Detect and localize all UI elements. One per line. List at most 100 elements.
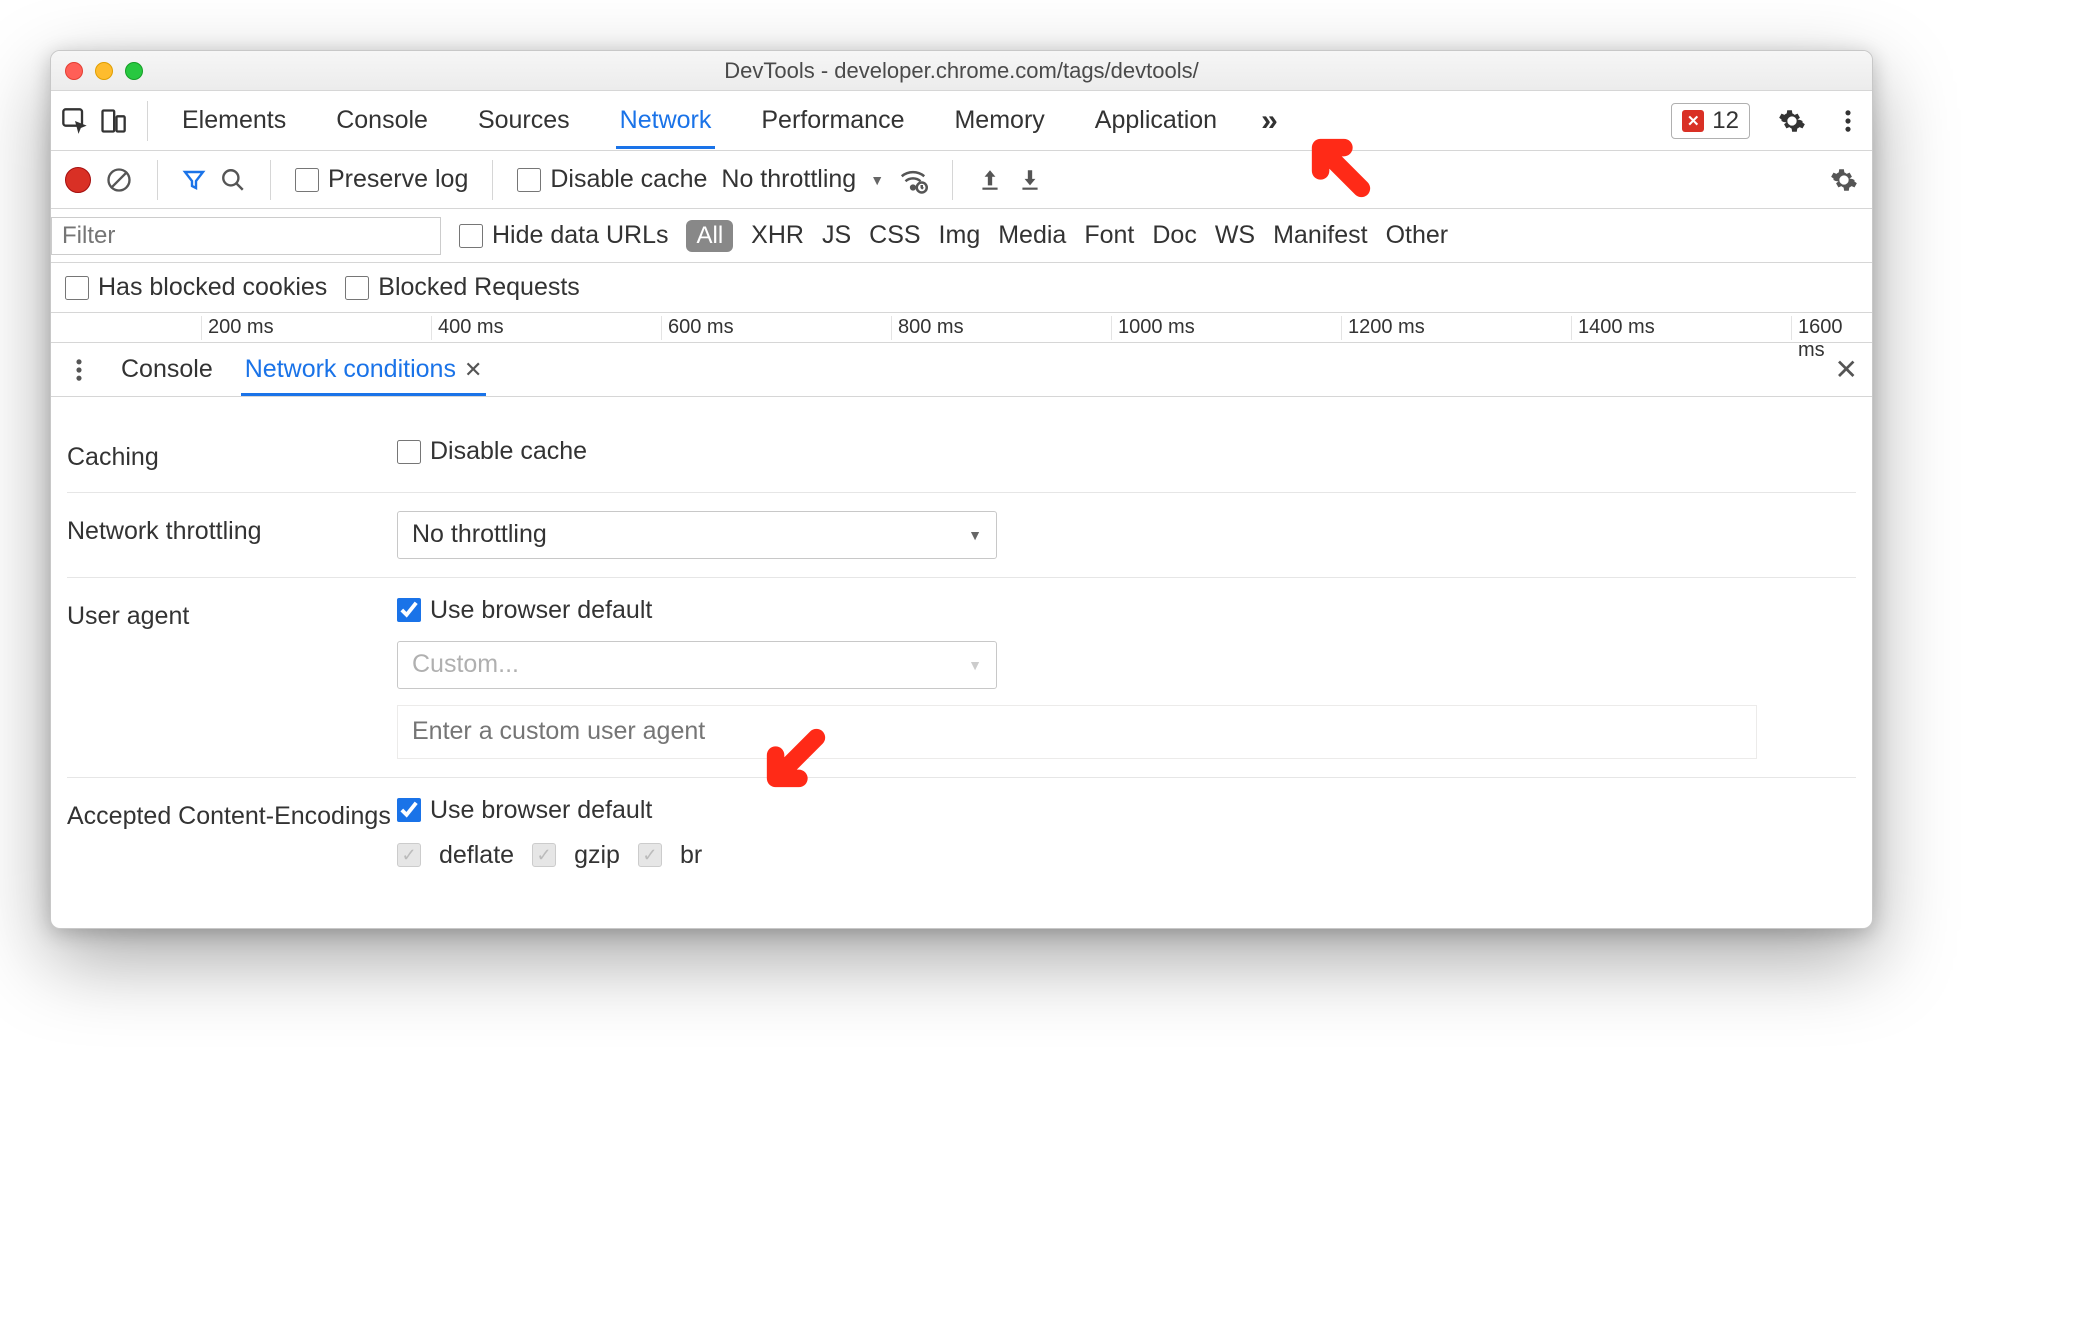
tab-application[interactable]: Application bbox=[1091, 92, 1221, 149]
ua-custom-select-value: Custom... bbox=[412, 650, 519, 679]
throttling-select-box[interactable]: No throttling ▼ bbox=[397, 511, 997, 559]
encodings-default-input[interactable] bbox=[397, 798, 421, 822]
disable-cache-checkbox[interactable]: Disable cache bbox=[517, 165, 707, 194]
br-label: br bbox=[680, 841, 702, 870]
throttling-label: Network throttling bbox=[67, 511, 397, 548]
hide-data-urls-label: Hide data URLs bbox=[492, 221, 668, 250]
waterfall-tick: 200 ms bbox=[201, 316, 274, 340]
drawer-tab-network-conditions[interactable]: Network conditions ✕ bbox=[241, 343, 487, 396]
filter-doc[interactable]: Doc bbox=[1152, 221, 1196, 250]
device-toggle-icon[interactable] bbox=[99, 107, 127, 135]
window-title: DevTools - developer.chrome.com/tags/dev… bbox=[51, 58, 1872, 84]
ua-default-checkbox[interactable]: Use browser default bbox=[397, 596, 1856, 625]
tab-network[interactable]: Network bbox=[616, 92, 716, 149]
disable-cache-label: Disable cache bbox=[550, 165, 707, 194]
disable-cache-input[interactable] bbox=[517, 168, 541, 192]
devtools-window: DevTools - developer.chrome.com/tags/dev… bbox=[50, 50, 1873, 929]
has-blocked-cookies-label: Has blocked cookies bbox=[98, 273, 327, 302]
filter-input[interactable] bbox=[51, 217, 441, 255]
encodings-default-checkbox[interactable]: Use browser default bbox=[397, 796, 1856, 825]
filter-js[interactable]: JS bbox=[822, 221, 851, 250]
separator bbox=[492, 160, 493, 200]
has-blocked-cookies-checkbox[interactable]: Has blocked cookies bbox=[65, 273, 327, 302]
ua-custom-input bbox=[397, 705, 1757, 759]
has-blocked-cookies-input[interactable] bbox=[65, 276, 89, 300]
tab-memory[interactable]: Memory bbox=[950, 92, 1048, 149]
deflate-label: deflate bbox=[439, 841, 514, 870]
encodings-label: Accepted Content-Encodings bbox=[67, 796, 397, 833]
import-har-icon[interactable] bbox=[977, 167, 1003, 193]
hide-data-urls-input[interactable] bbox=[459, 224, 483, 248]
filter-font[interactable]: Font bbox=[1084, 221, 1134, 250]
caching-label: Caching bbox=[67, 437, 397, 474]
user-agent-label: User agent bbox=[67, 596, 397, 633]
br-checkbox bbox=[638, 843, 662, 867]
search-icon[interactable] bbox=[220, 167, 246, 193]
filter-media[interactable]: Media bbox=[998, 221, 1066, 250]
encodings-default-label: Use browser default bbox=[430, 796, 652, 825]
preserve-log-input[interactable] bbox=[295, 168, 319, 192]
gzip-label: gzip bbox=[574, 841, 620, 870]
filter-img[interactable]: Img bbox=[939, 221, 981, 250]
filter-icon[interactable] bbox=[182, 168, 206, 192]
network-toolbar: Preserve log Disable cache No throttling… bbox=[51, 151, 1872, 209]
separator bbox=[270, 160, 271, 200]
throttling-select[interactable]: No throttling ▼ bbox=[721, 165, 884, 194]
waterfall-tick: 1400 ms bbox=[1571, 316, 1655, 340]
filter-all-pill[interactable]: All bbox=[686, 220, 733, 252]
filter-xhr[interactable]: XHR bbox=[751, 221, 804, 250]
blocked-requests-label: Blocked Requests bbox=[378, 273, 580, 302]
clear-icon[interactable] bbox=[105, 166, 133, 194]
close-drawer-icon[interactable]: ✕ bbox=[1835, 353, 1858, 386]
waterfall-tick: 600 ms bbox=[661, 316, 734, 340]
error-badge[interactable]: ✕ 12 bbox=[1671, 103, 1750, 139]
filter-other[interactable]: Other bbox=[1386, 221, 1449, 250]
preserve-log-checkbox[interactable]: Preserve log bbox=[295, 165, 468, 194]
drawer-menu-icon[interactable] bbox=[65, 356, 93, 384]
chevron-down-icon: ▼ bbox=[968, 657, 982, 673]
network-conditions-panel: Caching Disable cache Network throttling… bbox=[51, 397, 1872, 928]
drawer-tabs: Console Network conditions ✕ ✕ bbox=[51, 343, 1872, 397]
record-button[interactable] bbox=[65, 167, 91, 193]
network-conditions-icon[interactable] bbox=[898, 165, 928, 195]
filter-manifest[interactable]: Manifest bbox=[1273, 221, 1367, 250]
error-count: 12 bbox=[1712, 107, 1739, 135]
main-toolbar: Elements Console Sources Network Perform… bbox=[51, 91, 1872, 151]
caching-disable-input[interactable] bbox=[397, 440, 421, 464]
drawer-tab-console[interactable]: Console bbox=[117, 343, 217, 396]
inspect-element-icon[interactable] bbox=[61, 107, 89, 135]
main-tabs: Elements Console Sources Network Perform… bbox=[178, 92, 1221, 149]
network-settings-icon[interactable] bbox=[1830, 166, 1858, 194]
export-har-icon[interactable] bbox=[1017, 167, 1043, 193]
preserve-log-label: Preserve log bbox=[328, 165, 468, 194]
caching-disable-checkbox[interactable]: Disable cache bbox=[397, 437, 1856, 466]
hide-data-urls-checkbox[interactable]: Hide data URLs bbox=[459, 221, 668, 250]
throttling-value: No throttling bbox=[721, 165, 856, 194]
drawer-tab-label: Network conditions bbox=[245, 355, 456, 384]
separator bbox=[147, 101, 148, 141]
gzip-checkbox bbox=[532, 843, 556, 867]
filter-ws[interactable]: WS bbox=[1215, 221, 1255, 250]
blocked-requests-checkbox[interactable]: Blocked Requests bbox=[345, 273, 580, 302]
ua-custom-select: Custom... ▼ bbox=[397, 641, 997, 689]
caching-row: Caching Disable cache bbox=[67, 419, 1856, 493]
deflate-checkbox bbox=[397, 843, 421, 867]
tab-performance[interactable]: Performance bbox=[757, 92, 908, 149]
tab-elements[interactable]: Elements bbox=[178, 92, 290, 149]
filter-css[interactable]: CSS bbox=[869, 221, 920, 250]
ua-default-input[interactable] bbox=[397, 598, 421, 622]
filter-bar: Hide data URLs All XHR JS CSS Img Media … bbox=[51, 209, 1872, 263]
blocked-requests-input[interactable] bbox=[345, 276, 369, 300]
titlebar: DevTools - developer.chrome.com/tags/dev… bbox=[51, 51, 1872, 91]
encodings-row: Accepted Content-Encodings Use browser d… bbox=[67, 778, 1856, 888]
close-tab-icon[interactable]: ✕ bbox=[464, 357, 482, 383]
tab-sources[interactable]: Sources bbox=[474, 92, 574, 149]
settings-icon[interactable] bbox=[1778, 107, 1806, 135]
more-tabs-button[interactable]: » bbox=[1261, 104, 1278, 138]
kebab-menu-icon[interactable] bbox=[1834, 107, 1862, 135]
ua-default-label: Use browser default bbox=[430, 596, 652, 625]
tab-console[interactable]: Console bbox=[332, 92, 432, 149]
separator bbox=[952, 160, 953, 200]
separator bbox=[157, 160, 158, 200]
waterfall-tick: 400 ms bbox=[431, 316, 504, 340]
